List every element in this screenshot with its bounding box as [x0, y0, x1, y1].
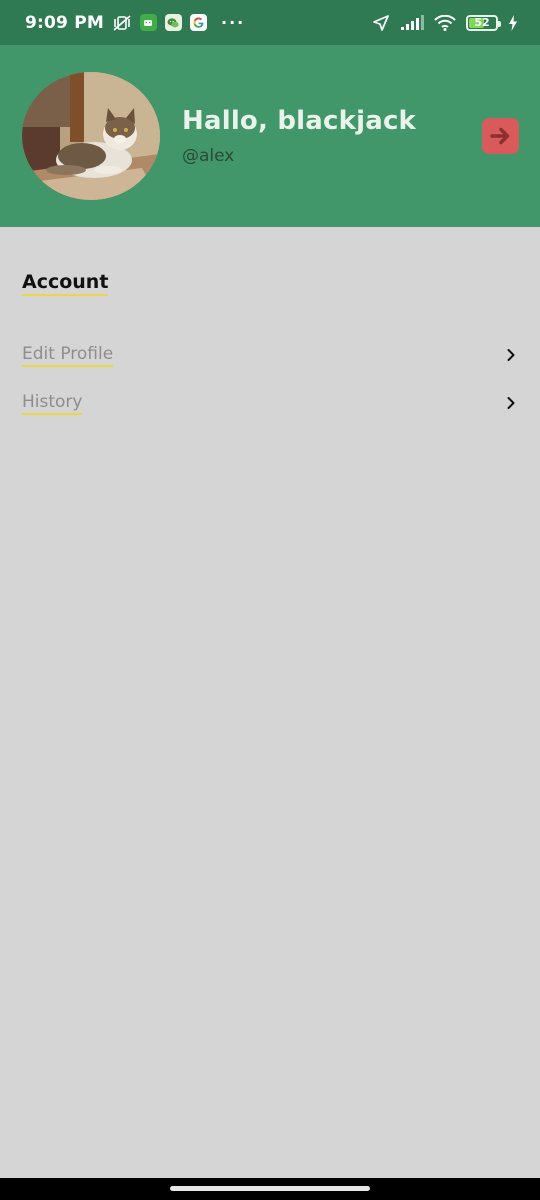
greeting-title: Hallo, blackjack [182, 106, 417, 136]
menu-item-history[interactable]: History [0, 383, 540, 423]
wechat-app-icon [164, 14, 182, 31]
menu-item-edit-profile[interactable]: Edit Profile [0, 335, 540, 375]
android-app-icon [139, 14, 157, 31]
avatar[interactable] [22, 72, 160, 200]
status-right: 52 [372, 14, 518, 32]
menu-item-label: History [22, 392, 83, 415]
account-section-title: Account [22, 271, 109, 296]
logout-button[interactable] [482, 118, 519, 154]
google-app-icon [189, 14, 207, 31]
profile-header: Hallo, blackjack @alex [0, 45, 540, 227]
home-indicator[interactable] [170, 1186, 370, 1191]
more-dots-icon: ··· [220, 13, 246, 32]
location-arrow-icon [372, 14, 390, 32]
muted-vibrate-icon [112, 14, 132, 32]
status-left: 9:09 PM ··· [25, 13, 245, 33]
signal-icon [400, 14, 424, 31]
battery-icon: 52 [466, 14, 501, 31]
screen: 9:09 PM ··· 52 Hallo, blackjack @alex Ac… [0, 0, 540, 1200]
logout-arrow-icon [489, 127, 509, 145]
battery-level: 52 [474, 16, 490, 29]
chevron-right-icon [506, 348, 516, 362]
menu-item-label: Edit Profile [22, 344, 114, 367]
wifi-icon [434, 14, 456, 31]
chevron-right-icon [506, 396, 516, 410]
status-bar: 9:09 PM ··· 52 [0, 0, 540, 45]
username-label: @alex [182, 146, 235, 166]
system-nav-bar [0, 1178, 540, 1200]
charging-icon [508, 14, 518, 31]
cat-photo [22, 72, 160, 200]
status-time: 9:09 PM [25, 12, 104, 33]
